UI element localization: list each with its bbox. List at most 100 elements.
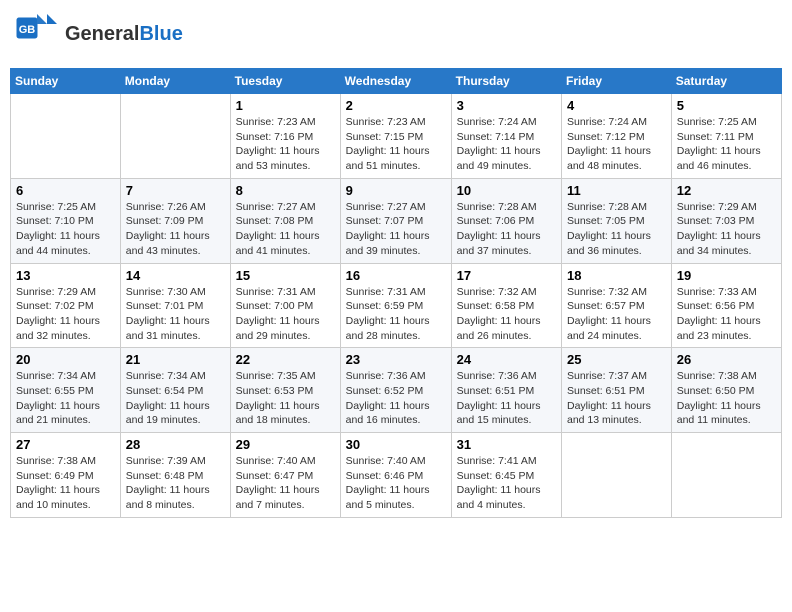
cell-content: Sunrise: 7:40 AM Sunset: 6:46 PM Dayligh…	[346, 454, 446, 513]
cell-content: Sunrise: 7:32 AM Sunset: 6:58 PM Dayligh…	[457, 285, 556, 344]
day-number: 26	[677, 352, 776, 367]
cell-content: Sunrise: 7:25 AM Sunset: 7:11 PM Dayligh…	[677, 115, 776, 174]
calendar-cell: 14 Sunrise: 7:30 AM Sunset: 7:01 PM Dayli…	[120, 263, 230, 348]
calendar-week-1: 1 Sunrise: 7:23 AM Sunset: 7:16 PM Daylig…	[11, 94, 782, 179]
calendar-cell: 26 Sunrise: 7:38 AM Sunset: 6:50 PM Dayli…	[671, 348, 781, 433]
calendar-cell: 10 Sunrise: 7:28 AM Sunset: 7:06 PM Dayli…	[451, 178, 561, 263]
calendar-cell: 31Sunrise: 7:41 AM Sunset: 6:45 PM Dayli…	[451, 433, 561, 518]
calendar-week-2: 6 Sunrise: 7:25 AM Sunset: 7:10 PM Daylig…	[11, 178, 782, 263]
calendar-cell: 7 Sunrise: 7:26 AM Sunset: 7:09 PM Daylig…	[120, 178, 230, 263]
cell-content: Sunrise: 7:26 AM Sunset: 7:09 PM Dayligh…	[126, 200, 225, 259]
calendar-cell: 23 Sunrise: 7:36 AM Sunset: 6:52 PM Dayli…	[340, 348, 451, 433]
calendar-cell: 6 Sunrise: 7:25 AM Sunset: 7:10 PM Daylig…	[11, 178, 121, 263]
calendar-cell: 9 Sunrise: 7:27 AM Sunset: 7:07 PM Daylig…	[340, 178, 451, 263]
cell-content: Sunrise: 7:31 AM Sunset: 7:00 PM Dayligh…	[236, 285, 335, 344]
calendar-cell: 24Sunrise: 7:36 AM Sunset: 6:51 PM Dayli…	[451, 348, 561, 433]
calendar-cell: 5 Sunrise: 7:25 AM Sunset: 7:11 PM Daylig…	[671, 94, 781, 179]
day-number: 15	[236, 268, 335, 283]
cell-content: Sunrise: 7:35 AM Sunset: 6:53 PM Dayligh…	[236, 369, 335, 428]
day-number: 5	[677, 98, 776, 113]
calendar-week-3: 13 Sunrise: 7:29 AM Sunset: 7:02 PM Dayli…	[11, 263, 782, 348]
day-number: 18	[567, 268, 666, 283]
day-number: 4	[567, 98, 666, 113]
cell-content: Sunrise: 7:36 AM Sunset: 6:52 PM Dayligh…	[346, 369, 446, 428]
cell-content: Sunrise: 7:38 AM Sunset: 6:49 PM Dayligh…	[16, 454, 115, 513]
calendar-cell: 28Sunrise: 7:39 AM Sunset: 6:48 PM Dayli…	[120, 433, 230, 518]
calendar-cell: 2Sunrise: 7:23 AM Sunset: 7:15 PM Daylig…	[340, 94, 451, 179]
day-number: 3	[457, 98, 556, 113]
calendar-table: SundayMondayTuesdayWednesdayThursdayFrid…	[10, 68, 782, 518]
logo: GB GeneralBlue	[15, 10, 183, 58]
day-number: 20	[16, 352, 115, 367]
cell-content: Sunrise: 7:34 AM Sunset: 6:55 PM Dayligh…	[16, 369, 115, 428]
day-number: 22	[236, 352, 335, 367]
day-number: 27	[16, 437, 115, 452]
logo-blue: Blue	[139, 23, 182, 45]
cell-content: Sunrise: 7:31 AM Sunset: 6:59 PM Dayligh…	[346, 285, 446, 344]
column-header-monday: Monday	[120, 69, 230, 94]
calendar-cell: 11Sunrise: 7:28 AM Sunset: 7:05 PM Dayli…	[562, 178, 672, 263]
cell-content: Sunrise: 7:28 AM Sunset: 7:06 PM Dayligh…	[457, 200, 556, 259]
calendar-cell: 12 Sunrise: 7:29 AM Sunset: 7:03 PM Dayli…	[671, 178, 781, 263]
cell-content: Sunrise: 7:25 AM Sunset: 7:10 PM Dayligh…	[16, 200, 115, 259]
calendar-cell: 13 Sunrise: 7:29 AM Sunset: 7:02 PM Dayli…	[11, 263, 121, 348]
calendar-cell: 19 Sunrise: 7:33 AM Sunset: 6:56 PM Dayli…	[671, 263, 781, 348]
cell-content: Sunrise: 7:27 AM Sunset: 7:07 PM Dayligh…	[346, 200, 446, 259]
cell-content: Sunrise: 7:41 AM Sunset: 6:45 PM Dayligh…	[457, 454, 556, 513]
calendar-header-row: SundayMondayTuesdayWednesdayThursdayFrid…	[11, 69, 782, 94]
calendar-cell: 18Sunrise: 7:32 AM Sunset: 6:57 PM Dayli…	[562, 263, 672, 348]
calendar-cell: 21 Sunrise: 7:34 AM Sunset: 6:54 PM Dayli…	[120, 348, 230, 433]
logo-general: General	[65, 23, 139, 45]
cell-content: Sunrise: 7:34 AM Sunset: 6:54 PM Dayligh…	[126, 369, 225, 428]
day-number: 2	[346, 98, 446, 113]
day-number: 14	[126, 268, 225, 283]
calendar-cell	[671, 433, 781, 518]
cell-content: Sunrise: 7:38 AM Sunset: 6:50 PM Dayligh…	[677, 369, 776, 428]
calendar-cell: 4 Sunrise: 7:24 AM Sunset: 7:12 PM Daylig…	[562, 94, 672, 179]
cell-content: Sunrise: 7:24 AM Sunset: 7:12 PM Dayligh…	[567, 115, 666, 174]
day-number: 1	[236, 98, 335, 113]
calendar-cell: 8 Sunrise: 7:27 AM Sunset: 7:08 PM Daylig…	[230, 178, 340, 263]
calendar-cell	[562, 433, 672, 518]
cell-content: Sunrise: 7:39 AM Sunset: 6:48 PM Dayligh…	[126, 454, 225, 513]
cell-content: Sunrise: 7:36 AM Sunset: 6:51 PM Dayligh…	[457, 369, 556, 428]
day-number: 17	[457, 268, 556, 283]
day-number: 7	[126, 183, 225, 198]
day-number: 13	[16, 268, 115, 283]
calendar-cell	[11, 94, 121, 179]
calendar-cell: 20 Sunrise: 7:34 AM Sunset: 6:55 PM Dayli…	[11, 348, 121, 433]
cell-content: Sunrise: 7:24 AM Sunset: 7:14 PM Dayligh…	[457, 115, 556, 174]
calendar-cell: 25Sunrise: 7:37 AM Sunset: 6:51 PM Dayli…	[562, 348, 672, 433]
column-header-tuesday: Tuesday	[230, 69, 340, 94]
cell-content: Sunrise: 7:29 AM Sunset: 7:02 PM Dayligh…	[16, 285, 115, 344]
day-number: 9	[346, 183, 446, 198]
cell-content: Sunrise: 7:27 AM Sunset: 7:08 PM Dayligh…	[236, 200, 335, 259]
day-number: 12	[677, 183, 776, 198]
column-header-saturday: Saturday	[671, 69, 781, 94]
day-number: 8	[236, 183, 335, 198]
cell-content: Sunrise: 7:23 AM Sunset: 7:16 PM Dayligh…	[236, 115, 335, 174]
calendar-cell: 17 Sunrise: 7:32 AM Sunset: 6:58 PM Dayli…	[451, 263, 561, 348]
cell-content: Sunrise: 7:33 AM Sunset: 6:56 PM Dayligh…	[677, 285, 776, 344]
column-header-thursday: Thursday	[451, 69, 561, 94]
day-number: 23	[346, 352, 446, 367]
calendar-week-5: 27 Sunrise: 7:38 AM Sunset: 6:49 PM Dayli…	[11, 433, 782, 518]
cell-content: Sunrise: 7:40 AM Sunset: 6:47 PM Dayligh…	[236, 454, 335, 513]
day-number: 16	[346, 268, 446, 283]
calendar-week-4: 20 Sunrise: 7:34 AM Sunset: 6:55 PM Dayli…	[11, 348, 782, 433]
calendar-cell: 16 Sunrise: 7:31 AM Sunset: 6:59 PM Dayli…	[340, 263, 451, 348]
calendar-cell	[120, 94, 230, 179]
day-number: 11	[567, 183, 666, 198]
day-number: 21	[126, 352, 225, 367]
logo-icon: GB	[15, 10, 63, 58]
day-number: 6	[16, 183, 115, 198]
svg-text:GB: GB	[19, 24, 36, 36]
day-number: 10	[457, 183, 556, 198]
calendar-cell: 27 Sunrise: 7:38 AM Sunset: 6:49 PM Dayli…	[11, 433, 121, 518]
day-number: 19	[677, 268, 776, 283]
calendar-cell: 30 Sunrise: 7:40 AM Sunset: 6:46 PM Dayli…	[340, 433, 451, 518]
cell-content: Sunrise: 7:29 AM Sunset: 7:03 PM Dayligh…	[677, 200, 776, 259]
cell-content: Sunrise: 7:30 AM Sunset: 7:01 PM Dayligh…	[126, 285, 225, 344]
day-number: 30	[346, 437, 446, 452]
day-number: 29	[236, 437, 335, 452]
